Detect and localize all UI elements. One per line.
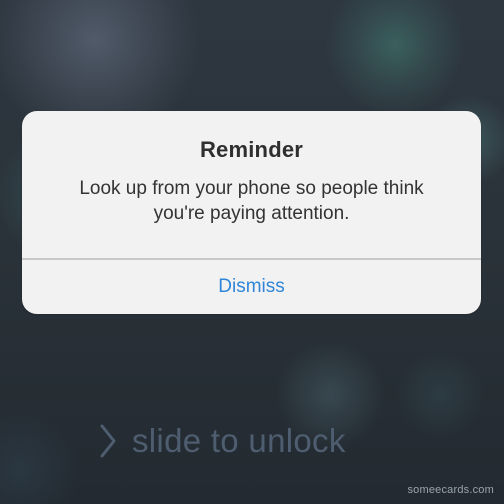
watermark: someecards.com	[407, 484, 494, 496]
reminder-alert: Reminder Look up from your phone so peop…	[22, 111, 481, 314]
slide-to-unlock-label: slide to unlock	[132, 422, 346, 459]
dismiss-button[interactable]: Dismiss	[22, 260, 481, 314]
alert-message: Look up from your phone so people think …	[79, 178, 424, 224]
slide-to-unlock[interactable]: slide to unlock	[96, 418, 346, 464]
chevron-right-icon	[100, 424, 116, 458]
alert-title: Reminder	[199, 137, 304, 162]
alert-content: Reminder Look up from your phone so peop…	[22, 137, 481, 226]
